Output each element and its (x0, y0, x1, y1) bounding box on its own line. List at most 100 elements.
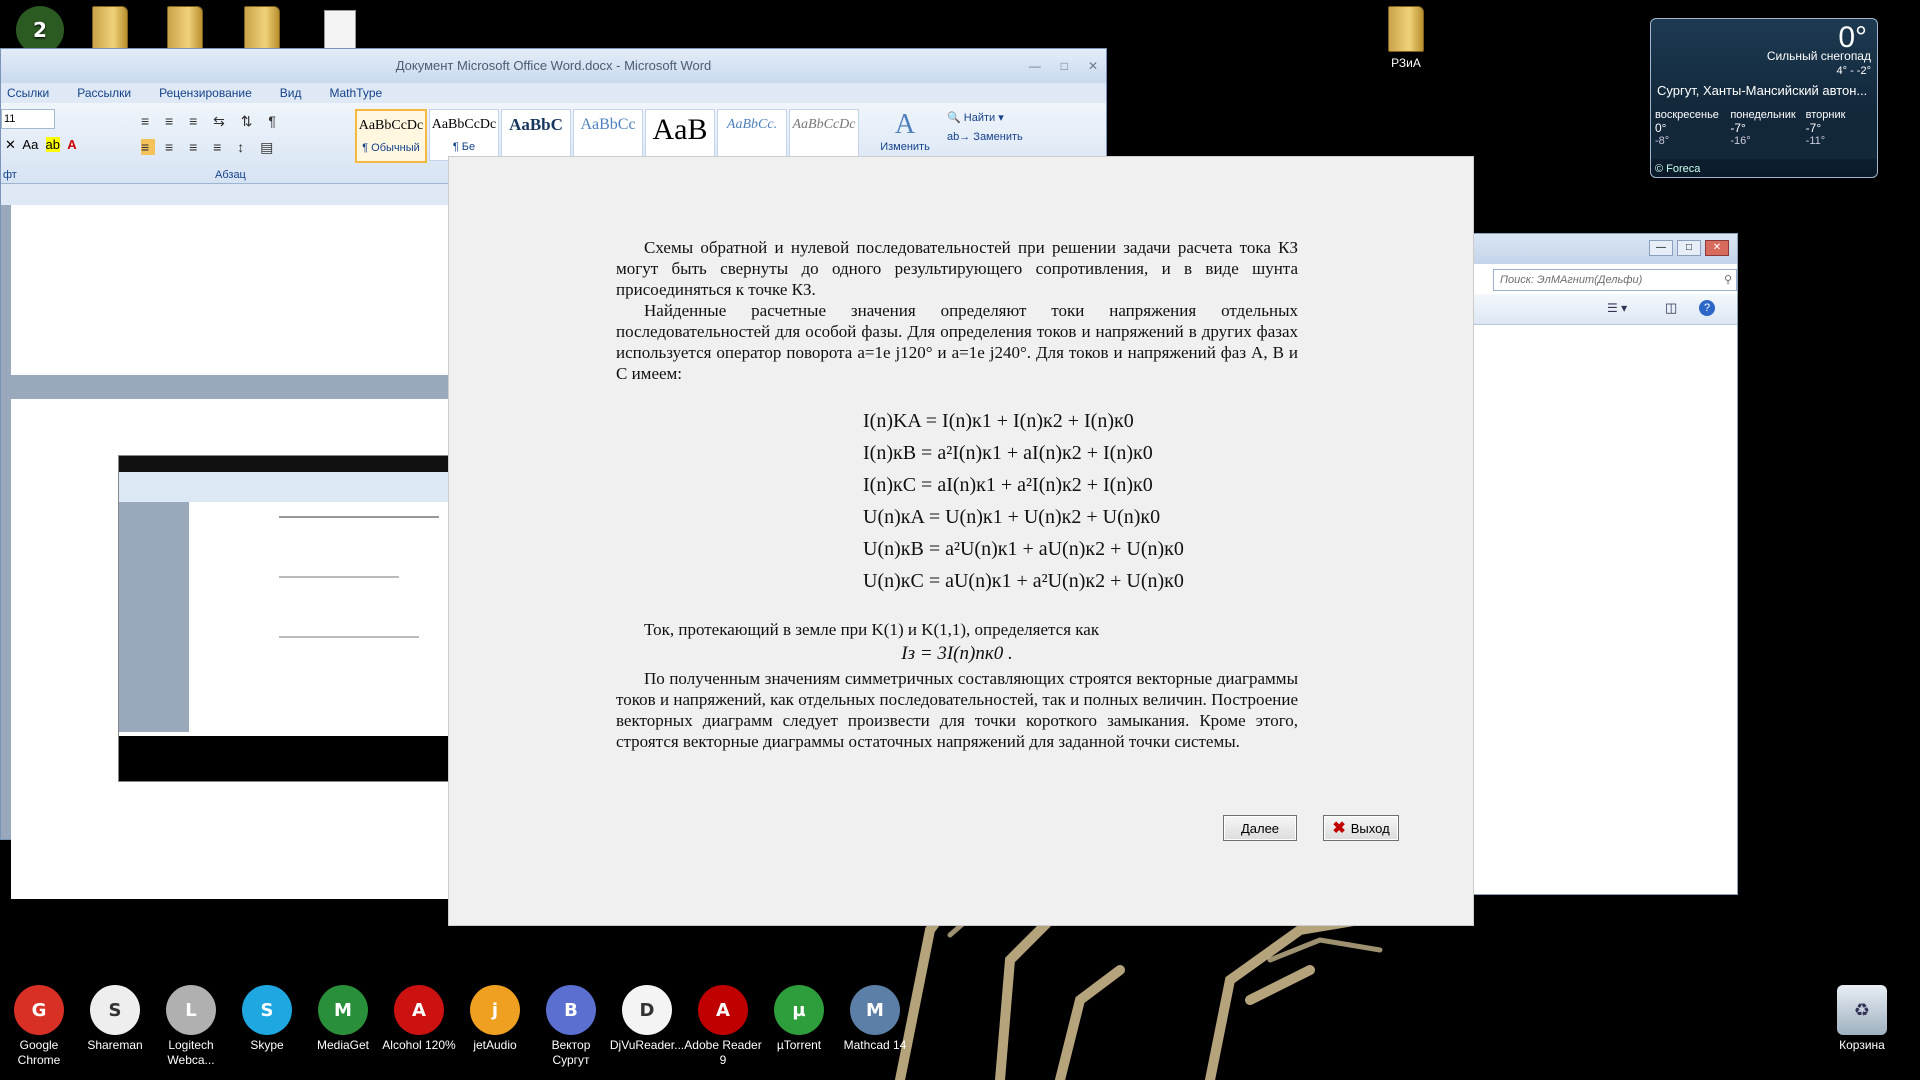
minimize-icon[interactable]: — (1649, 240, 1673, 256)
explorer-window[interactable]: — □ ✕ Поиск: ЭлМАгнит(Дельфи) ⚲ ☰ ▾ ◫ ? (1466, 233, 1738, 895)
desktop-shortcut[interactable]: L Logitech Webca... (152, 985, 230, 1068)
weather-condition: Сильный снегопад (1766, 49, 1871, 63)
replace-button[interactable]: ab→ Заменить (947, 131, 1023, 143)
maximize-icon[interactable]: □ (1061, 49, 1068, 83)
utorrent-icon: µ (774, 985, 824, 1035)
shortcut-label: Google Chrome (17, 1038, 61, 1067)
forecast-day: вторник -7° -11° (1805, 109, 1846, 147)
alcohol-icon: A (394, 985, 444, 1035)
shortcut-label: MediaGet (316, 1038, 370, 1052)
change-styles-icon: A (894, 109, 916, 140)
shortcut-label: µTorrent (776, 1038, 822, 1052)
style-normal-caption: ¶ Обычный (362, 142, 420, 154)
forecast-day: воскресенье 0° -8° (1655, 109, 1719, 147)
close-icon: ✖ (1332, 820, 1346, 837)
style-nospacing-caption: ¶ Бе (452, 141, 476, 153)
style-normal[interactable]: AaBbCcDc ¶ Обычный (355, 109, 427, 163)
next-button[interactable]: Далее (1223, 815, 1297, 841)
tab-view[interactable]: Вид (280, 86, 302, 100)
style-heading-1[interactable]: AaBbC (501, 109, 571, 161)
weather-city: Сургут, Ханты-Мансийский автон... (1657, 83, 1868, 98)
style-heading-2[interactable]: AaBbCc (573, 109, 643, 161)
formula-line: U(n)кA = U(n)к1 + U(n)к2 + U(n)к0 (863, 506, 1161, 528)
style-title[interactable]: AaB (645, 109, 715, 161)
desktop-icon-folder-1[interactable] (70, 6, 150, 52)
dialog-text: Схемы обратной и нулевой последовательно… (616, 237, 1298, 384)
search-icon: ⚲ (1723, 274, 1732, 286)
weather-range: 4° - -2° (1836, 65, 1871, 77)
desktop-shortcut[interactable]: В Вектор Сургут (532, 985, 610, 1068)
style-no-spacing[interactable]: AaBbCcDc ¶ Бе (429, 109, 499, 161)
desktop-shortcut[interactable]: S Shareman (76, 985, 154, 1053)
close-icon[interactable]: ✕ (1705, 240, 1729, 256)
folder-icon (167, 6, 203, 52)
word-window-controls: — □ ✕ (1029, 49, 1098, 83)
tab-review[interactable]: Рецензирование (159, 86, 252, 100)
help-icon[interactable]: ? (1699, 300, 1715, 316)
mathcad-icon: M (850, 985, 900, 1035)
explorer-title-bar[interactable]: — □ ✕ (1467, 234, 1737, 264)
shortcut-label: DjVuReader... (609, 1038, 685, 1052)
tab-mathtype[interactable]: MathType (330, 86, 383, 100)
explorer-search-input[interactable]: Поиск: ЭлМАгнит(Дельфи) ⚲ (1493, 269, 1737, 291)
paragraph-group-label: Абзац (215, 169, 246, 181)
shortcut-label: jetAudio (473, 1038, 517, 1052)
folder-icon (92, 6, 128, 52)
recycle-bin-icon: ♻ (1837, 985, 1887, 1035)
weather-forecast: воскресенье 0° -8° понедельник -7° -16° … (1651, 109, 1877, 159)
paragraph: Ток, протекающий в земле при K(1) и K(1,… (644, 620, 1100, 639)
adobe-reader-icon: A (698, 985, 748, 1035)
desktop-shortcut[interactable]: µ µTorrent (760, 985, 838, 1053)
font-size-box[interactable]: 11 (1, 109, 55, 129)
chrome-icon: G (14, 985, 64, 1035)
desktop-shortcut[interactable]: M Mathcad 14 (836, 985, 914, 1053)
preview-pane-icon[interactable]: ◫ (1665, 300, 1677, 316)
paragraph-buttons[interactable]: ≡ ≡ ≡ ⇆ ⇅ ¶ (141, 113, 282, 130)
exit-button[interactable]: ✖ Выход (1323, 815, 1399, 841)
formula-block: I(n)KA = I(n)к1 + I(n)к2 + I(n)к0 I(n)кB… (863, 405, 1184, 597)
align-buttons[interactable]: ≡ ≡ ≡ ≡ ↕ ▤ (141, 139, 279, 156)
tab-references[interactable]: Ссылки (7, 86, 49, 100)
change-styles-button[interactable]: A Изменить (877, 109, 933, 153)
close-icon[interactable]: ✕ (1088, 49, 1098, 83)
style-emphasis[interactable]: AaBbCcDc (789, 109, 859, 161)
desktop-shortcut[interactable]: j jetAudio (456, 985, 534, 1053)
style-subtitle[interactable]: AaBbCc. (717, 109, 787, 161)
djvu-icon: D (622, 985, 672, 1035)
formula-line: U(n)кB = a²U(n)к1 + aU(n)к2 + U(n)к0 (863, 538, 1184, 560)
desktop-shortcut[interactable]: M MediaGet (304, 985, 382, 1053)
vector-icon: В (546, 985, 596, 1035)
game-icon: 2 (16, 6, 64, 54)
word-title-bar[interactable]: Документ Microsoft Office Word.docx - Mi… (1, 49, 1106, 83)
theory-dialog[interactable]: Схемы обратной и нулевой последовательно… (448, 156, 1474, 926)
word-title: Документ Microsoft Office Word.docx - Mi… (395, 58, 712, 73)
ground-current-formula: Iз = 3I(n)пк0 . (901, 643, 1013, 664)
maximize-icon[interactable]: □ (1677, 240, 1701, 256)
weather-gadget[interactable]: 0° Сильный снегопад 4° - -2° Сургут, Хан… (1650, 18, 1878, 178)
desktop-shortcut[interactable]: A Alcohol 120% (380, 985, 458, 1053)
forecast-day: понедельник -7° -16° (1730, 109, 1796, 147)
shortcut-label: Mathcad 14 (843, 1038, 907, 1052)
tab-mailings[interactable]: Рассылки (77, 86, 131, 100)
explorer-window-controls: — □ ✕ (1649, 240, 1729, 256)
desktop-icon-document[interactable] (300, 10, 380, 52)
desktop-icon-folder-2[interactable] (145, 6, 225, 52)
font-size-value: 11 (4, 113, 16, 125)
desktop-shortcut[interactable]: A Adobe Reader 9 (684, 985, 762, 1068)
desktop-shortcut[interactable]: D DjVuReader... (608, 985, 686, 1053)
dialog-text-lower: Ток, протекающий в земле при K(1) и K(1,… (616, 619, 1298, 752)
desktop-shortcut[interactable]: G Google Chrome (0, 985, 78, 1068)
folder-icon (244, 6, 280, 52)
view-options-icon[interactable]: ☰ ▾ (1607, 301, 1627, 315)
minimize-icon[interactable]: — (1029, 49, 1041, 83)
desktop-icon-folder-3[interactable] (222, 6, 302, 52)
bold-italic-row: ✕ Aa ab A (5, 137, 77, 152)
document-icon (324, 10, 356, 52)
find-button[interactable]: 🔍 Найти ▾ (947, 111, 1004, 124)
desktop-icon-rzia-folder[interactable]: РЗиА (1366, 6, 1446, 70)
recycle-bin-shortcut[interactable]: ♻ Корзина (1823, 985, 1901, 1053)
explorer-toolbar: ☰ ▾ ◫ ? (1467, 294, 1737, 325)
formula-line: I(n)кC = aI(n)к1 + a²I(n)к2 + I(n)к0 (863, 474, 1153, 496)
desktop-shortcut[interactable]: S Skype (228, 985, 306, 1053)
paragraph: По полученным значениям симметричных сос… (616, 669, 1298, 751)
